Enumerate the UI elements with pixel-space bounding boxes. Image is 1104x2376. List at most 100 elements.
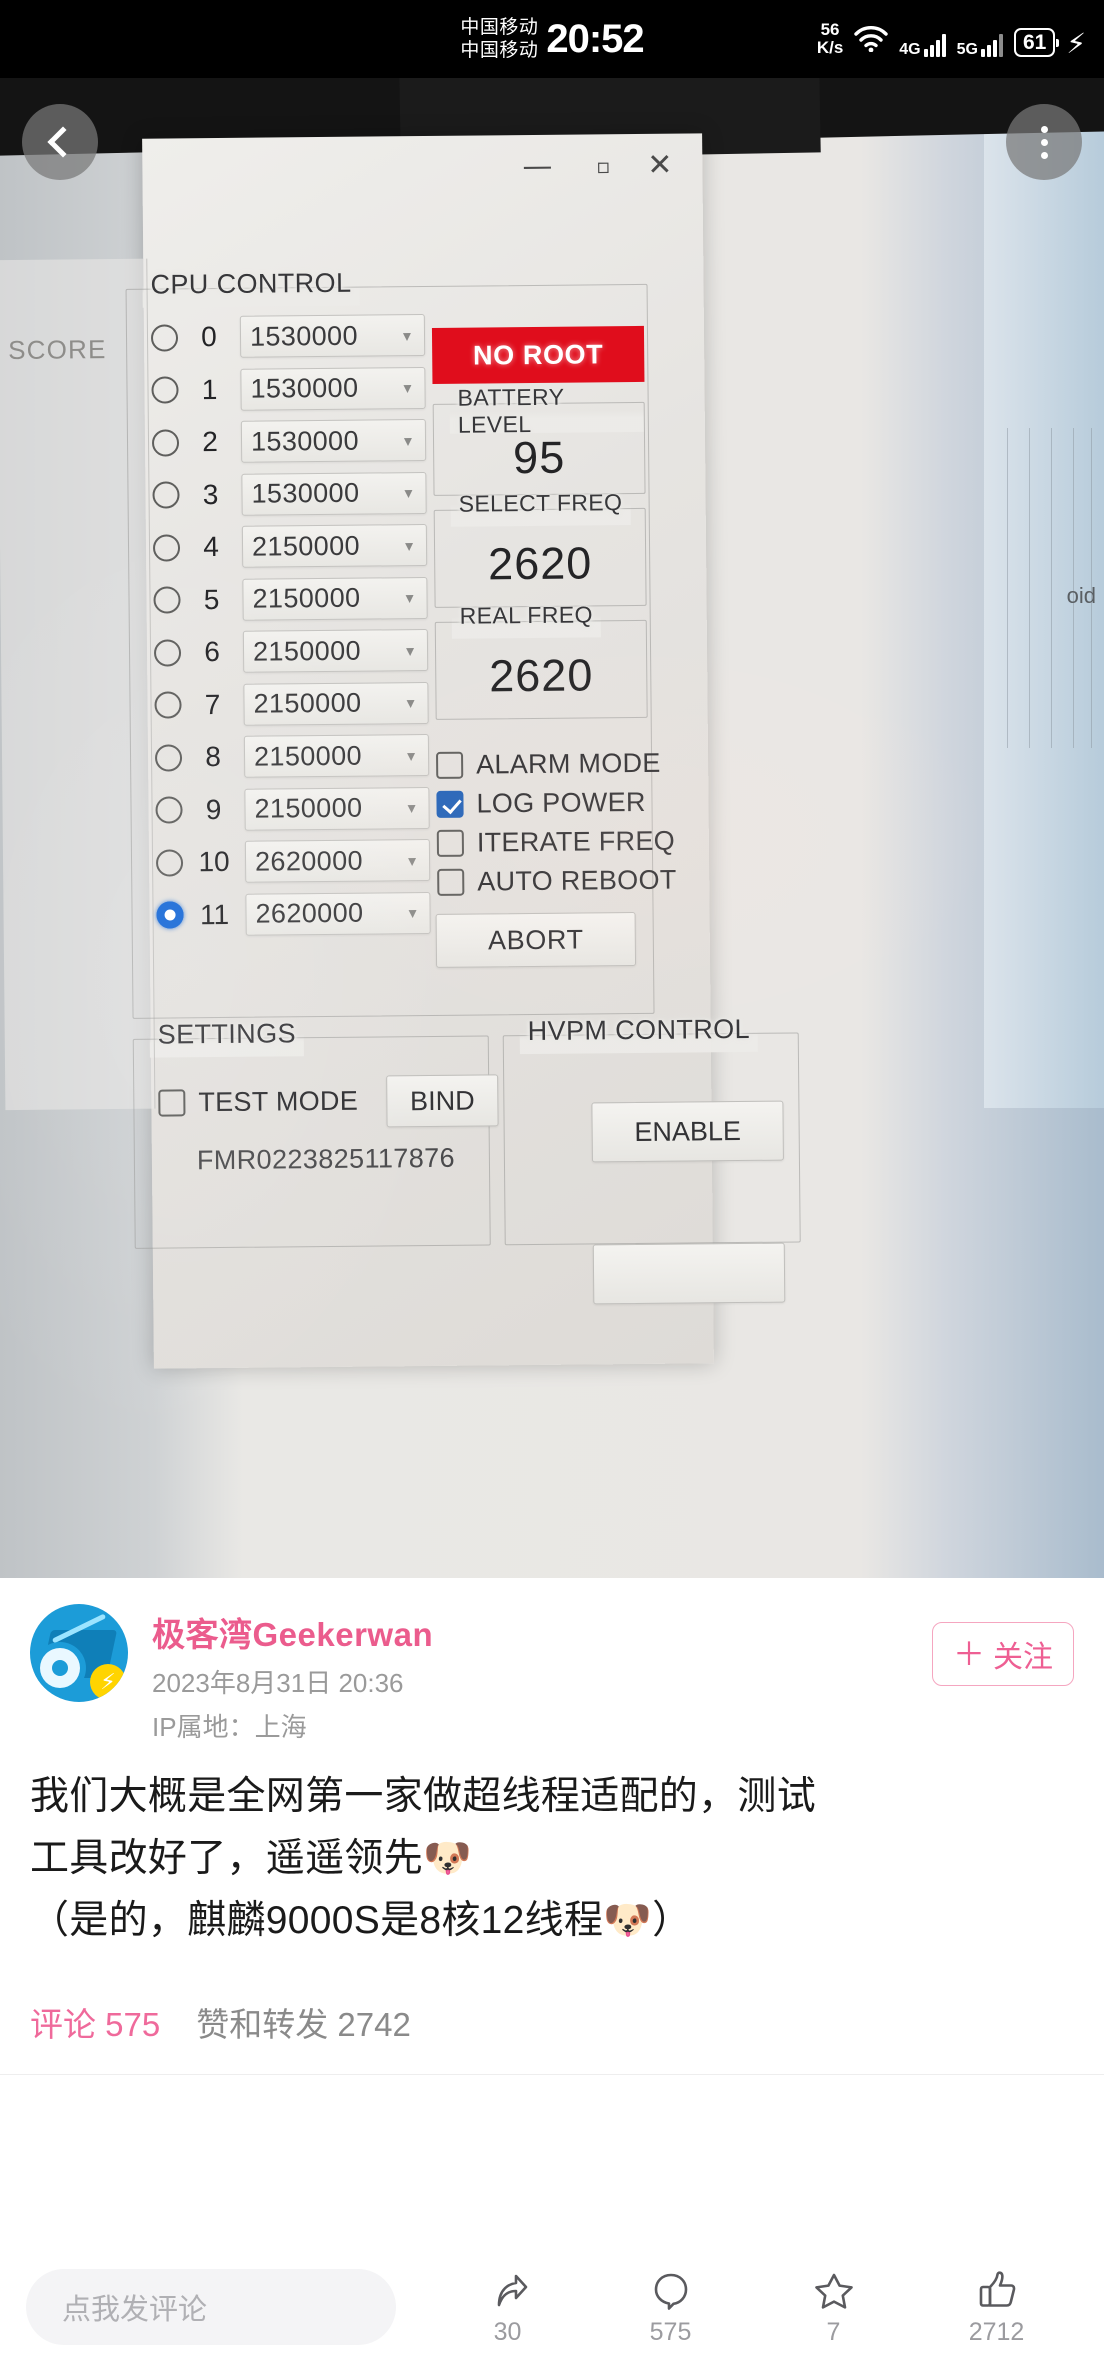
avatar[interactable]: ⚡ xyxy=(30,1604,128,1702)
cpu-row[interactable]: 7 2150000 ▾ xyxy=(154,676,429,731)
cpu-row[interactable]: 4 2150000 ▾ xyxy=(152,519,428,574)
cpu-radio-6[interactable] xyxy=(153,639,182,667)
cpu-freq-value: 1530000 xyxy=(250,425,360,457)
cpu-freq-select-0[interactable]: 1530000 ▾ xyxy=(239,314,426,359)
cpu-freq-select-3[interactable]: 1530000 ▾ xyxy=(241,471,427,516)
option-label: AUTO REBOOT xyxy=(477,864,677,897)
carrier-sim1: 中国移动 xyxy=(460,17,539,38)
cpu-tool-window[interactable]: — ▫ ✕ SCORE CPU CONTROL 0 1530000 ▾ 1 153000… xyxy=(0,133,801,1369)
cpu-index-label: 8 xyxy=(205,741,221,773)
cpu-row[interactable]: 1 1530000 ▾ xyxy=(151,362,426,417)
likes-reposts-count-label[interactable]: 赞和转发 2742 xyxy=(196,1998,411,2046)
cpu-freq-select-11[interactable]: 2620000 ▾ xyxy=(245,891,431,936)
option-row[interactable]: ALARM MODE xyxy=(436,744,676,785)
cpu-freq-select-10[interactable]: 2620000 ▾ xyxy=(244,839,431,884)
cpu-radio-7[interactable] xyxy=(154,691,182,719)
cpu-index-label: 2 xyxy=(202,426,218,458)
cpu-freq-value: 2150000 xyxy=(252,582,361,614)
action-buttons: 30 575 7 2712 xyxy=(396,2267,1078,2347)
post-author-name[interactable]: 极客湾Geekerwan xyxy=(152,1608,433,1656)
comment-button[interactable]: 575 xyxy=(616,2267,726,2347)
network-5g-indicator: 5G xyxy=(956,33,1003,58)
cpu-index-label: 7 xyxy=(204,688,221,720)
cpu-row[interactable]: 9 2150000 ▾ xyxy=(155,781,430,836)
star-icon xyxy=(811,2267,857,2313)
signal-bars-4g xyxy=(923,33,946,57)
charging-bolt-icon: ⚡ xyxy=(1066,28,1086,59)
option-row[interactable]: LOG POWER xyxy=(436,783,676,824)
cpu-row[interactable]: 6 2150000 ▾ xyxy=(153,624,429,679)
cpu-radio-0[interactable] xyxy=(150,324,179,352)
post-photo[interactable]: oid — ▫ ✕ SCORE CPU CONTROL 0 1530000 ▾ 1 15… xyxy=(0,78,1104,1578)
cpu-row[interactable]: 11 2620000 ▾ xyxy=(156,886,431,941)
cpu-index-label: 4 xyxy=(203,531,219,563)
cpu-freq-select-2[interactable]: 1530000 ▾ xyxy=(240,419,427,464)
hvpm-secondary-button[interactable] xyxy=(592,1242,786,1305)
cpu-freq-select-8[interactable]: 2150000 ▾ xyxy=(243,734,430,779)
abort-button[interactable]: ABORT xyxy=(435,912,637,968)
battery-level-value: 95 xyxy=(512,431,566,484)
cpu-freq-value: 2150000 xyxy=(252,635,362,667)
cpu-radio-5[interactable] xyxy=(153,586,181,614)
cpu-radio-1[interactable] xyxy=(151,376,179,404)
status-bar-center: 中国移动 中国移动 20:52 xyxy=(460,16,644,62)
comment-input[interactable]: 点我发评论 xyxy=(26,2269,396,2345)
favorite-button[interactable]: 7 xyxy=(779,2267,889,2347)
cpu-radio-8[interactable] xyxy=(154,744,183,772)
back-button[interactable] xyxy=(22,104,98,180)
cpu-row[interactable]: 5 2150000 ▾ xyxy=(153,571,428,626)
cpu-row[interactable]: 2 1530000 ▾ xyxy=(151,414,427,469)
back-chevron-icon xyxy=(47,126,79,158)
bind-button[interactable]: BIND xyxy=(386,1074,499,1128)
chevron-down-icon: ▾ xyxy=(403,378,412,398)
option-checkbox[interactable] xyxy=(436,790,464,818)
cpu-index-label: 9 xyxy=(205,793,222,825)
cpu-radio-10[interactable] xyxy=(155,849,184,877)
cpu-index-label: 10 xyxy=(198,846,230,878)
chevron-down-icon: ▾ xyxy=(405,588,414,608)
cpu-freq-select-6[interactable]: 2150000 ▾ xyxy=(242,629,429,674)
share-button[interactable]: 30 xyxy=(453,2267,563,2347)
cpu-radio-4[interactable] xyxy=(152,534,181,562)
cpu-freq-value: 2150000 xyxy=(251,530,361,562)
cpu-freq-select-7[interactable]: 2150000 ▾ xyxy=(243,681,429,726)
option-checkbox[interactable] xyxy=(437,868,465,896)
comments-count-label[interactable]: 评论 575 xyxy=(30,1998,160,2046)
network-5g-label: 5G xyxy=(956,41,978,58)
cpu-freq-value: 2620000 xyxy=(255,897,364,929)
cpu-freq-value: 1530000 xyxy=(249,320,359,352)
options-checkbox-list: ALARM MODE LOG POWER ITERATE FREQ AUTO REBO… xyxy=(436,744,677,902)
network-speed-value: 56 xyxy=(820,20,840,39)
post-text-line: 我们大概是全网第一家做超线程适配的，测试 xyxy=(30,1775,817,1818)
cpu-freq-select-1[interactable]: 1530000 ▾ xyxy=(240,366,426,411)
window-close-icon[interactable]: ✕ xyxy=(647,148,672,183)
cpu-row[interactable]: 8 2150000 ▾ xyxy=(154,729,430,784)
cpu-row[interactable]: 0 1530000 ▾ xyxy=(150,309,426,364)
follow-button[interactable]: ＋ 关注 xyxy=(931,1622,1074,1686)
cpu-radio-2[interactable] xyxy=(151,429,180,457)
option-row[interactable]: AUTO REBOOT xyxy=(437,861,677,902)
cpu-row[interactable]: 3 1530000 ▾ xyxy=(152,467,427,522)
cpu-radio-11[interactable] xyxy=(156,901,184,929)
cpu-freq-select-9[interactable]: 2150000 ▾ xyxy=(244,786,430,831)
cpu-index-label: 3 xyxy=(202,478,219,510)
window-minimize-icon[interactable]: — xyxy=(522,149,552,184)
option-checkbox[interactable] xyxy=(436,751,464,779)
option-row[interactable]: ITERATE FREQ xyxy=(436,822,677,863)
cpu-index-label: 1 xyxy=(201,373,218,405)
hvpm-enable-button[interactable]: ENABLE xyxy=(591,1100,784,1163)
cpu-row[interactable]: 10 2620000 ▾ xyxy=(155,834,431,889)
cpu-freq-select-4[interactable]: 2150000 ▾ xyxy=(241,524,428,569)
option-checkbox[interactable] xyxy=(436,829,465,857)
more-options-button[interactable] xyxy=(1006,104,1082,180)
chevron-down-icon: ▾ xyxy=(406,693,415,713)
test-mode-checkbox[interactable] xyxy=(158,1089,186,1117)
cpu-freq-value: 2620000 xyxy=(254,845,364,877)
like-button[interactable]: 2712 xyxy=(942,2267,1052,2347)
cpu-freq-select-5[interactable]: 2150000 ▾ xyxy=(242,576,428,621)
cpu-radio-9[interactable] xyxy=(155,796,183,824)
cpu-radio-3[interactable] xyxy=(152,481,180,509)
test-mode-row[interactable]: TEST MODE xyxy=(158,1086,358,1119)
chevron-down-icon: ▾ xyxy=(403,430,413,450)
window-maximize-icon[interactable]: ▫ xyxy=(596,154,610,178)
